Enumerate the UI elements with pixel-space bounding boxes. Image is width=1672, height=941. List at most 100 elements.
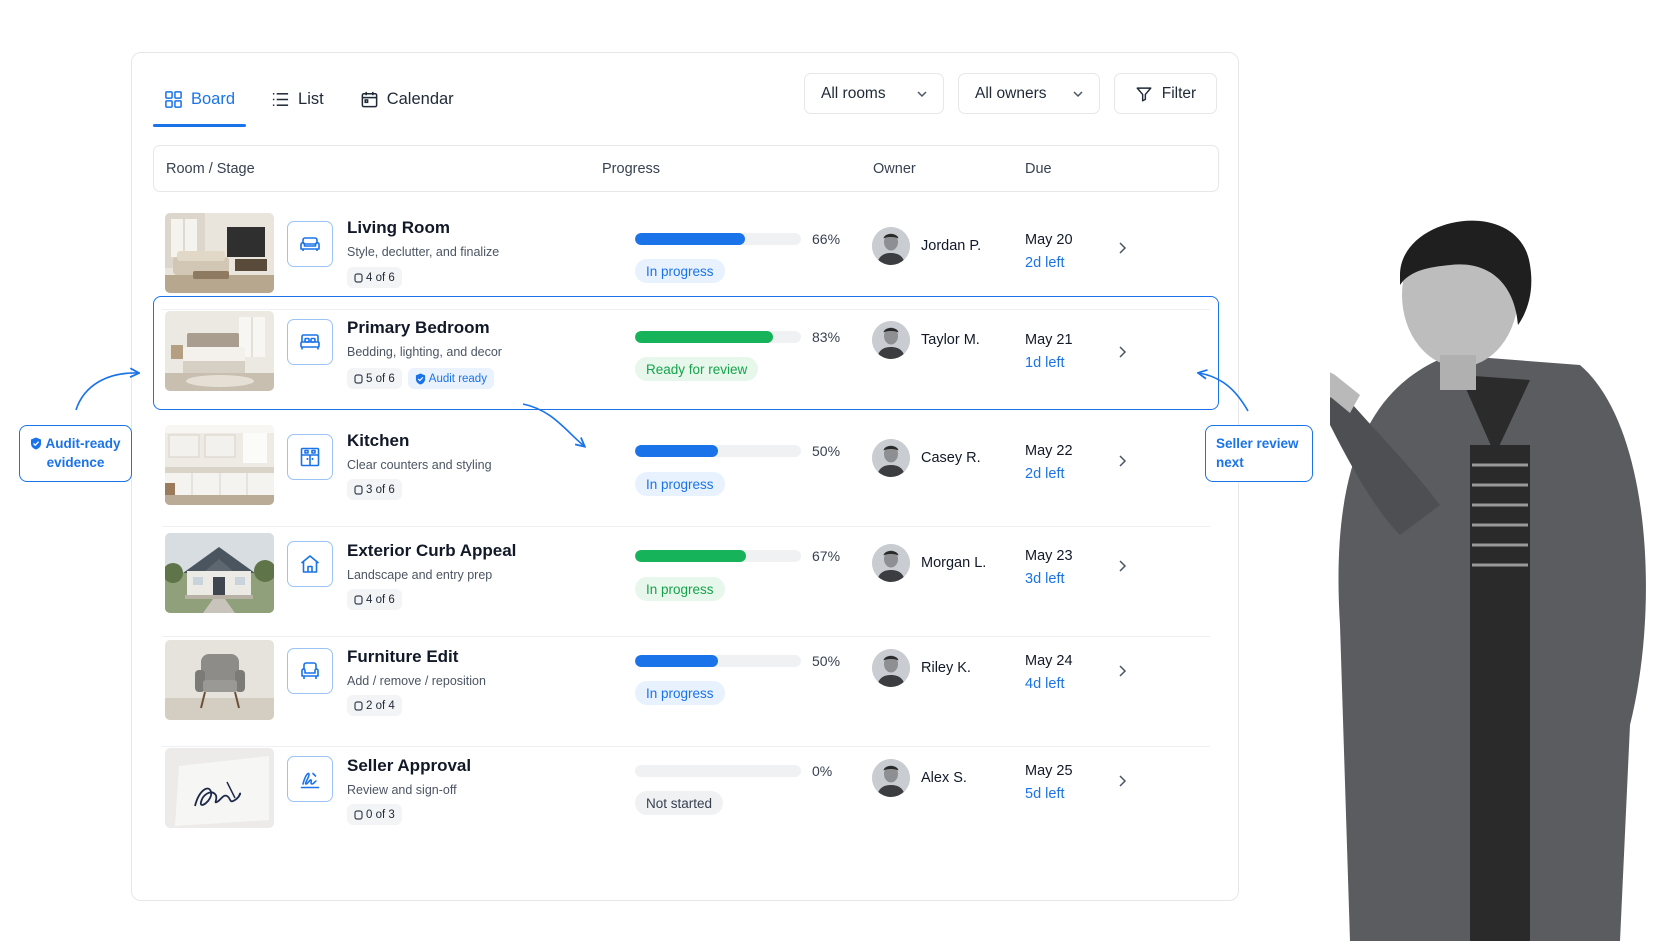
progress-percent: 66% [812,231,841,247]
arrow-to-selected-row [75,373,138,411]
room-photo [165,311,274,391]
room-icon-button[interactable] [287,541,333,587]
room-photo [165,533,274,613]
chevron-right-icon[interactable] [1115,559,1129,573]
avatar [872,544,910,582]
table-row-selected[interactable]: Primary Bedroom Bedding, lighting, and d… [153,296,1219,410]
status-badge: In progress [635,472,725,496]
filter-button[interactable]: Filter [1114,73,1217,114]
room-icon-button[interactable] [287,319,333,365]
evidence-count-badge: 3 of 6 [347,479,402,500]
days-left: 2d left [1025,466,1065,482]
progress-bar [635,331,801,343]
owner-name: Morgan L. [921,555,987,571]
toolbar-filters: All rooms All owners Filter [804,73,1217,114]
audit-callout-line2: evidence [46,455,105,470]
room-subtitle: Review and sign-off [347,783,457,797]
owners-select-value: All owners [975,84,1047,102]
room-icon-button[interactable] [287,221,333,267]
progress-fill [635,550,747,562]
seller-callout-line2: next [1216,455,1244,470]
tab-calendar[interactable]: Calendar [349,79,465,119]
progress-bar [635,445,801,457]
bed-icon [300,334,320,350]
owners-select[interactable]: All owners [958,73,1100,114]
room-icon-button[interactable] [287,434,333,480]
evidence-count-badge: 4 of 6 [347,589,402,610]
chevron-right-icon[interactable] [1115,774,1129,788]
room-icon-button[interactable] [287,756,333,802]
audit-ready-badge: Audit ready [407,368,494,389]
evidence-icon [354,272,363,283]
room-icon-button[interactable] [287,648,333,694]
tab-list[interactable]: List [260,79,335,119]
status-badge: In progress [635,577,725,601]
calendar-icon [361,91,378,107]
chevron-right-icon[interactable] [1115,454,1129,468]
room-title: Living Room [347,218,450,237]
owner-name: Jordan P. [921,238,982,254]
chevron-right-icon[interactable] [1115,241,1129,255]
armchair-icon [301,662,319,679]
evidence-count-badge: 0 of 3 [347,804,402,825]
column-room-stage: Room / Stage [166,161,255,177]
progress-bar [635,550,801,562]
filter-button-label: Filter [1161,84,1197,102]
room-photo [165,640,274,720]
filter-icon [1136,86,1152,101]
days-left: 3d left [1025,571,1065,587]
tab-board[interactable]: Board [153,79,247,127]
table-row[interactable]: Furniture Edit Add / remove / reposition… [153,637,1219,747]
days-left: 4d left [1025,676,1065,692]
audit-ready-label: Audit ready [428,372,487,385]
days-left: 1d left [1025,355,1065,371]
evidence-count: 5 of 6 [366,372,395,385]
due-date: May 25 [1025,763,1073,779]
tab-list-label: List [298,89,324,108]
chevron-right-icon[interactable] [1115,345,1129,359]
owner-name: Riley K. [921,660,971,676]
room-photo [165,425,274,505]
evidence-count-badge: 4 of 6 [347,267,402,288]
avatar [872,649,910,687]
evidence-count: 4 of 6 [366,593,395,606]
table-row[interactable]: Kitchen Clear counters and styling 3 of … [153,417,1219,527]
grid-icon [165,90,182,108]
evidence-icon [354,809,363,820]
status-badge: Ready for review [635,357,759,381]
room-subtitle: Style, declutter, and finalize [347,245,500,259]
progress-bar [635,655,801,667]
room-title: Exterior Curb Appeal [347,541,517,560]
list-icon [272,92,289,106]
room-title: Primary Bedroom [347,318,490,337]
days-left: 2d left [1025,255,1065,271]
room-subtitle: Add / remove / reposition [347,674,486,688]
progress-fill [635,233,745,245]
days-left: 5d left [1025,786,1065,802]
progress-percent: 67% [812,548,841,564]
rooms-select[interactable]: All rooms [804,73,944,114]
room-title: Seller Approval [347,756,472,775]
table-row[interactable]: Seller Approval Review and sign-off 0 of… [153,747,1219,853]
table-row[interactable]: Living Room Style, declutter, and finali… [153,200,1219,310]
room-title: Furniture Edit [347,647,459,666]
chevron-down-icon [917,90,927,97]
shield-check-icon [31,437,42,450]
presenter-photo [1330,205,1672,941]
room-subtitle: Clear counters and styling [347,458,492,472]
tab-board-label: Board [191,89,236,108]
avatar [872,321,910,359]
owner-name: Alex S. [921,770,967,786]
evidence-icon [354,373,363,384]
home-icon [300,555,320,573]
due-date: May 24 [1025,653,1073,669]
tab-calendar-label: Calendar [386,89,454,108]
room-photo [165,213,274,293]
avatar [872,759,910,797]
table-row[interactable]: Exterior Curb Appeal Landscape and entry… [153,527,1219,637]
column-due: Due [1025,161,1052,177]
chevron-right-icon[interactable] [1115,664,1129,678]
evidence-count-badge: 5 of 6 [347,368,402,389]
signature-icon [300,772,320,789]
chevron-down-icon [1073,90,1083,97]
